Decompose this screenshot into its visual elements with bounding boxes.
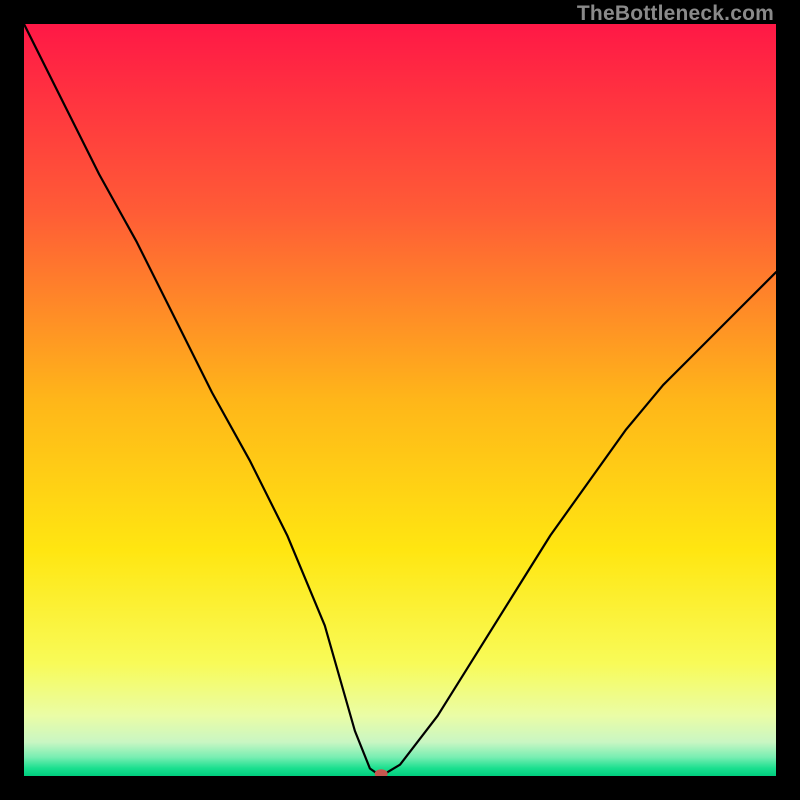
plot-background: [24, 24, 776, 776]
watermark-label: TheBottleneck.com: [577, 2, 774, 26]
chart-frame: TheBottleneck.com: [0, 0, 800, 800]
chart-plot: [24, 24, 776, 776]
